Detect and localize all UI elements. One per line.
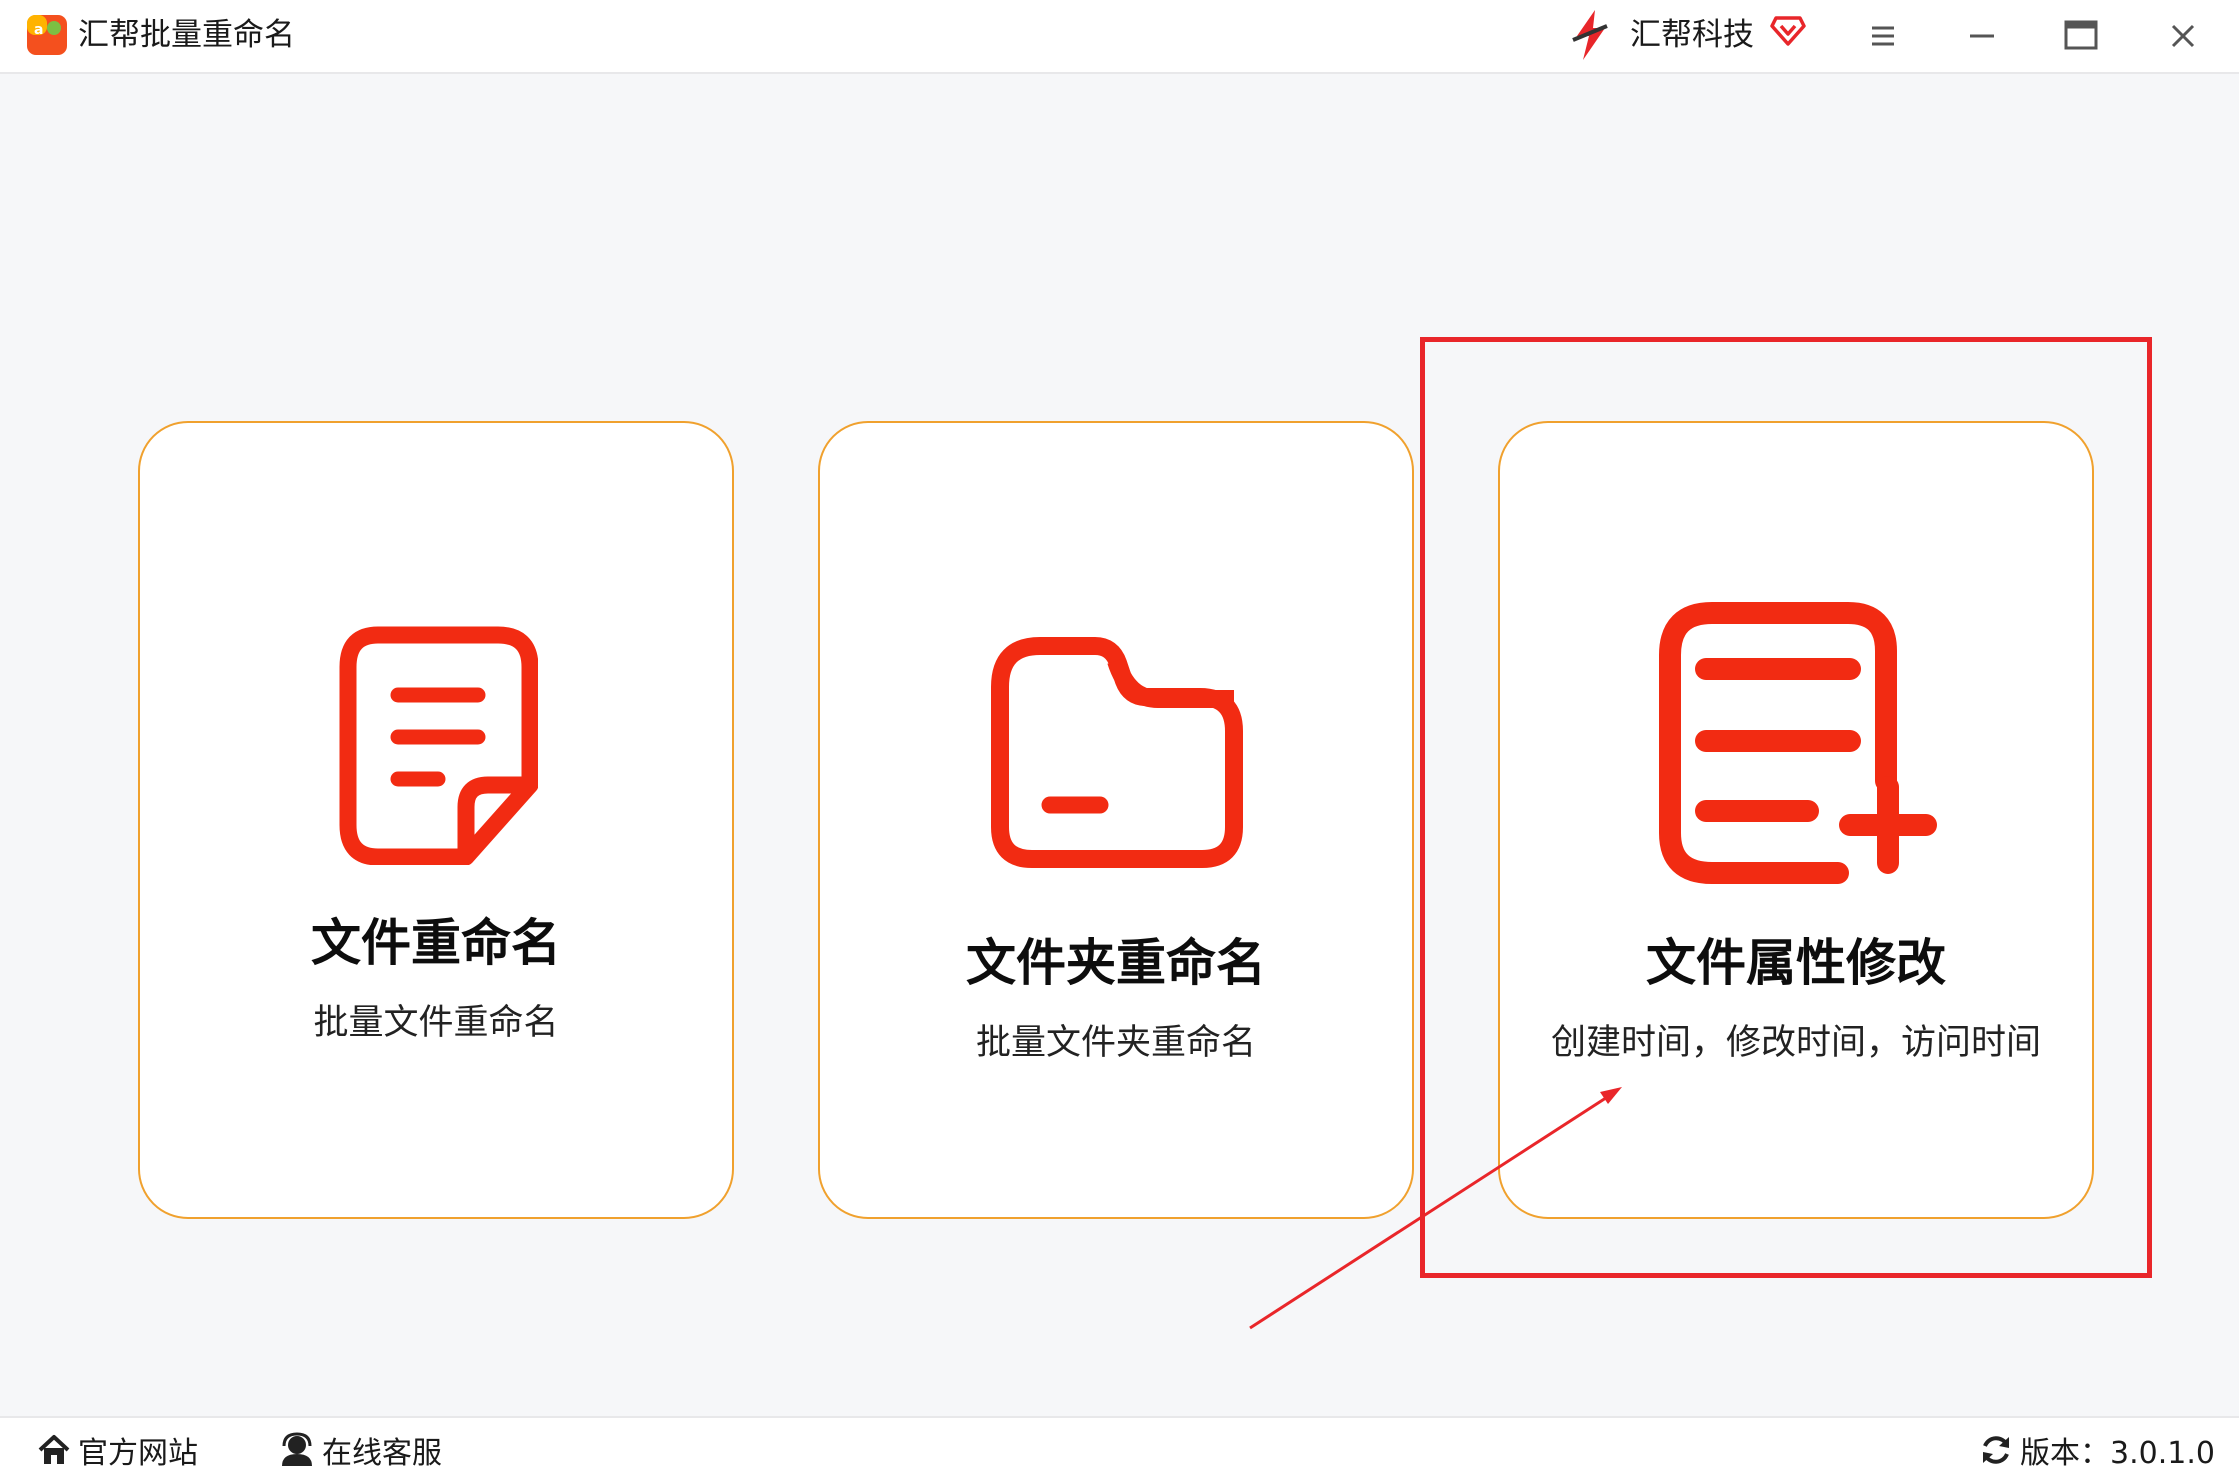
document-icon: [339, 626, 538, 865]
official-site-link[interactable]: 官方网站: [36, 1428, 198, 1472]
version-info[interactable]: 版本：3.0.1.0: [1978, 1428, 2215, 1472]
menu-icon[interactable]: [1861, 14, 1905, 58]
app-logo-icon: a: [27, 15, 67, 55]
card-title: 文件重命名: [311, 914, 561, 972]
card-folder-rename[interactable]: 文件夹重命名 批量文件夹重命名: [818, 421, 1414, 1219]
official-site-label: 官方网站: [78, 1436, 198, 1471]
close-icon[interactable]: [2161, 14, 2205, 58]
minimize-icon[interactable]: [1960, 14, 2004, 58]
maximize-icon[interactable]: [2059, 14, 2103, 58]
customer-service-icon: [282, 1432, 312, 1466]
main-content: 文件重命名 批量文件重命名 文件夹重命名 批量文件夹重命名 文件属性修改 创建时…: [0, 74, 2239, 1416]
folder-icon: [991, 637, 1243, 868]
vip-diamond-icon[interactable]: [1770, 12, 1806, 48]
online-service-label: 在线客服: [322, 1436, 442, 1471]
home-icon: [38, 1435, 70, 1464]
brand-logo-icon: [1572, 10, 1608, 60]
card-file-rename[interactable]: 文件重命名 批量文件重命名: [138, 421, 734, 1219]
svg-text:a: a: [34, 22, 43, 38]
version-label: 版本：3.0.1.0: [2020, 1436, 2215, 1471]
card-subtitle: 批量文件夹重命名: [975, 1023, 1256, 1063]
annotation-highlight-box: [1420, 337, 2152, 1278]
card-subtitle: 批量文件重命名: [313, 1003, 559, 1043]
status-bar: 官方网站 在线客服 版本：3.0.1.0: [0, 1416, 2239, 1478]
refresh-icon: [1983, 1436, 2009, 1464]
brand-name[interactable]: 汇帮科技: [1630, 14, 1754, 56]
title-bar: a 汇帮批量重命名 汇帮科技: [0, 0, 2239, 74]
online-service-link[interactable]: 在线客服: [278, 1428, 442, 1472]
app-title: 汇帮批量重命名: [78, 17, 295, 53]
card-title: 文件夹重命名: [966, 934, 1266, 992]
